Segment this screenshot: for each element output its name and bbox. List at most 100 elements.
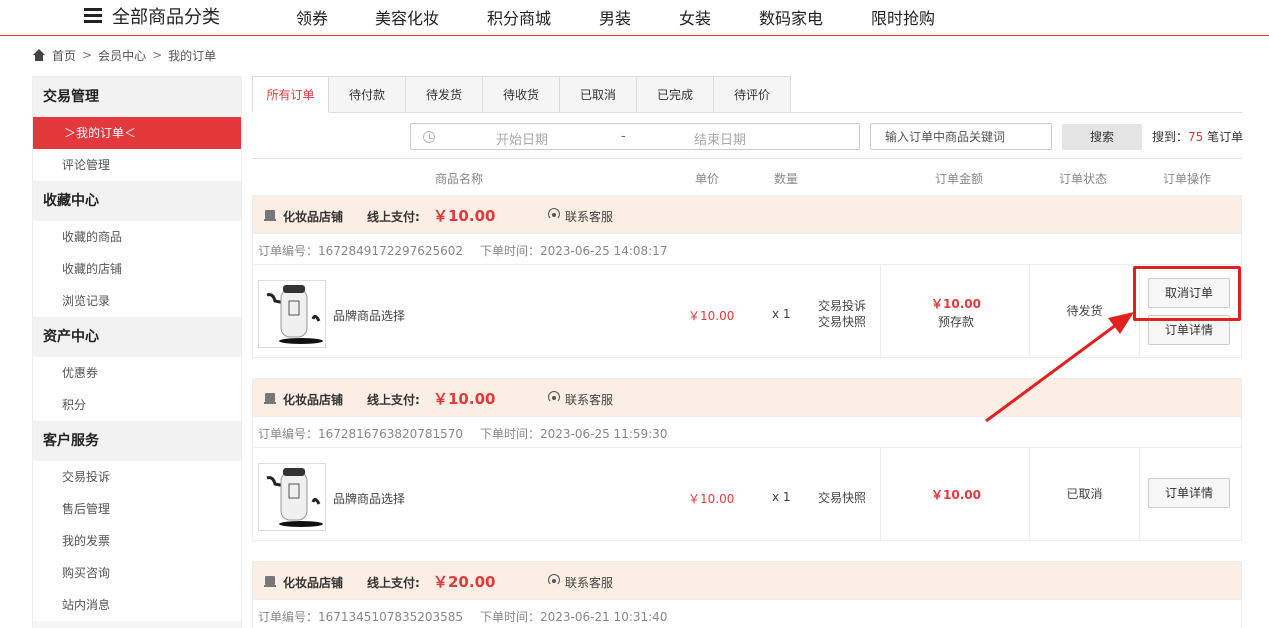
- order-filters: 开始日期 - 结束日期 搜索 搜到：75 笔订单: [252, 123, 1243, 151]
- product-name-link[interactable]: 品牌商品选择: [333, 307, 405, 324]
- sidebar-item-inquiries[interactable]: 购买咨询: [33, 557, 241, 589]
- order-number: 订单编号：1672849172297625602: [258, 244, 464, 258]
- clock-icon: [423, 131, 435, 143]
- order-item-row: 品牌商品选择 ￥10.00 x 1 交易快照 ￥10.00 已取消 订单详情: [253, 448, 1241, 540]
- nav-link-coupons[interactable]: 领券: [296, 5, 328, 29]
- date-separator: -: [621, 129, 626, 144]
- result-count-suffix: 笔订单: [1203, 130, 1244, 144]
- tab-cancelled[interactable]: 已取消: [560, 76, 637, 113]
- shop-name[interactable]: 化妆品店铺: [283, 574, 343, 591]
- nav-link-flash-sale[interactable]: 限时抢购: [871, 5, 935, 29]
- product-thumbnail[interactable]: [258, 463, 326, 531]
- order-card: 化妆品店铺 线上支付: ￥10.00 联系客服 订单编号：16728167638…: [252, 378, 1242, 541]
- unit-price: ￥10.00: [688, 492, 735, 506]
- sidebar-item-after-sales[interactable]: 售后管理: [33, 493, 241, 525]
- tab-completed[interactable]: 已完成: [637, 76, 714, 113]
- complaint-link[interactable]: 交易投诉: [818, 298, 866, 314]
- tab-pending-shipment[interactable]: 待发货: [406, 76, 483, 113]
- nav-link-womenswear[interactable]: 女装: [679, 5, 711, 29]
- order-time: 下单时间：2023-06-25 14:08:17: [480, 244, 668, 258]
- snapshot-link[interactable]: 交易快照: [818, 314, 866, 330]
- tab-all-orders[interactable]: 所有订单: [252, 76, 329, 113]
- breadcrumb-separator: >: [152, 48, 163, 62]
- quantity: x 1: [772, 490, 791, 504]
- sidebar-item-fav-shops[interactable]: 收藏的店铺: [33, 253, 241, 285]
- service-links: 交易快照: [818, 490, 866, 506]
- header-order-actions: 订单操作: [1163, 172, 1212, 186]
- order-header: 化妆品店铺 线上支付: ￥20.00 联系客服: [253, 562, 1241, 600]
- quantity: x 1: [772, 307, 791, 321]
- order-status: 待发货: [1030, 265, 1140, 357]
- sidebar-item-messages[interactable]: 站内消息: [33, 589, 241, 621]
- keyword-search-input[interactable]: [870, 123, 1052, 150]
- service-links: 交易投诉 交易快照: [818, 298, 866, 330]
- search-button[interactable]: 搜索: [1062, 124, 1142, 150]
- category-menu[interactable]: 全部商品分类: [84, 4, 220, 28]
- shop-name[interactable]: 化妆品店铺: [283, 391, 343, 408]
- contact-service-link[interactable]: 联系客服: [565, 574, 613, 591]
- sidebar-item-coupons[interactable]: 优惠券: [33, 357, 241, 389]
- order-number: 订单编号：1671345107835203585: [258, 610, 464, 624]
- product-name-link[interactable]: 品牌商品选择: [333, 490, 405, 507]
- product-thumbnail[interactable]: [258, 280, 326, 348]
- order-card: 化妆品店铺 线上支付: ￥20.00 联系客服 订单编号：16713451078…: [252, 561, 1242, 628]
- end-date-field[interactable]: 结束日期: [694, 129, 746, 148]
- shop-icon: [264, 210, 276, 221]
- snapshot-link[interactable]: 交易快照: [818, 490, 866, 506]
- order-time: 下单时间：2023-06-21 10:31:40: [480, 610, 668, 624]
- sidebar-section-title: 资产中心: [33, 317, 241, 357]
- payment-amount: ￥10.00: [433, 207, 496, 225]
- breadcrumb: 首页 > 会员中心 > 我的订单: [32, 46, 216, 64]
- breadcrumb-home[interactable]: 首页: [52, 47, 76, 64]
- order-amount-cell: ￥10.00: [880, 448, 1030, 540]
- order-tabs: 所有订单 待付款 待发货 待收货 已取消 已完成 待评价: [252, 76, 1242, 113]
- tab-pending-receipt[interactable]: 待收货: [483, 76, 560, 113]
- order-time: 下单时间：2023-06-25 11:59:30: [480, 427, 668, 441]
- tab-pending-payment[interactable]: 待付款: [329, 76, 406, 113]
- nav-link-points-mall[interactable]: 积分商城: [487, 5, 551, 29]
- payment-label: 线上支付:: [367, 210, 420, 224]
- top-nav: 全部商品分类 领券 美容化妆 积分商城 男装 女装 数码家电 限时抢购: [0, 0, 1269, 36]
- contact-service-link[interactable]: 联系客服: [565, 208, 613, 225]
- shop-icon: [264, 393, 276, 404]
- breadcrumb-separator: >: [82, 48, 93, 62]
- sidebar-item-fav-products[interactable]: 收藏的商品: [33, 221, 241, 253]
- start-date-field[interactable]: 开始日期: [496, 129, 548, 148]
- headset-icon: [548, 574, 560, 586]
- payment-amount: ￥10.00: [433, 390, 496, 408]
- date-range-picker[interactable]: 开始日期 - 结束日期: [410, 123, 860, 150]
- shop-icon: [264, 576, 276, 587]
- order-meta: 订单编号：1672816763820781570 下单时间：2023-06-25…: [253, 417, 1241, 448]
- sidebar-item-complaints[interactable]: 交易投诉: [33, 461, 241, 493]
- result-count: 搜到：75 笔订单: [1152, 128, 1243, 145]
- result-count-number: 75: [1188, 130, 1204, 144]
- sidebar-item-reviews[interactable]: 评论管理: [33, 149, 241, 181]
- sidebar-item-points[interactable]: 积分: [33, 389, 241, 421]
- shop-name[interactable]: 化妆品店铺: [283, 208, 343, 225]
- tab-pending-review[interactable]: 待评价: [714, 76, 791, 113]
- unit-price: ￥10.00: [688, 309, 735, 323]
- order-number: 订单编号：1672816763820781570: [258, 427, 464, 441]
- breadcrumb-my-orders[interactable]: 我的订单: [168, 47, 216, 64]
- sidebar-item-history[interactable]: 浏览记录: [33, 285, 241, 317]
- order-detail-button[interactable]: 订单详情: [1148, 478, 1230, 508]
- order-meta: 订单编号：1671345107835203585 下单时间：2023-06-21…: [253, 600, 1241, 628]
- order-amount-cell: ￥10.00 预存款: [880, 265, 1030, 357]
- order-status: 已取消: [1030, 448, 1140, 540]
- sidebar-item-invoices[interactable]: 我的发票: [33, 525, 241, 557]
- nav-link-beauty[interactable]: 美容化妆: [375, 5, 439, 29]
- order-header: 化妆品店铺 线上支付: ￥10.00 联系客服: [253, 196, 1241, 234]
- headset-icon: [548, 208, 560, 220]
- home-icon: [32, 49, 46, 61]
- order-item-row: 品牌商品选择 ￥10.00 x 1 交易投诉 交易快照 ￥10.00 预存款 待…: [253, 265, 1241, 357]
- payment-method-note: 预存款: [937, 315, 974, 329]
- contact-service-link[interactable]: 联系客服: [565, 391, 613, 408]
- nav-link-digital[interactable]: 数码家电: [759, 5, 823, 29]
- sidebar-item-my-orders[interactable]: ＞我的订单＜: [33, 117, 241, 149]
- result-count-prefix: 搜到：: [1152, 130, 1189, 144]
- breadcrumb-member-center[interactable]: 会员中心: [98, 47, 146, 64]
- nav-link-menswear[interactable]: 男装: [599, 5, 631, 29]
- order-meta: 订单编号：1672849172297625602 下单时间：2023-06-25…: [253, 234, 1241, 265]
- order-header: 化妆品店铺 线上支付: ￥10.00 联系客服: [253, 379, 1241, 417]
- payment-label: 线上支付:: [367, 576, 420, 590]
